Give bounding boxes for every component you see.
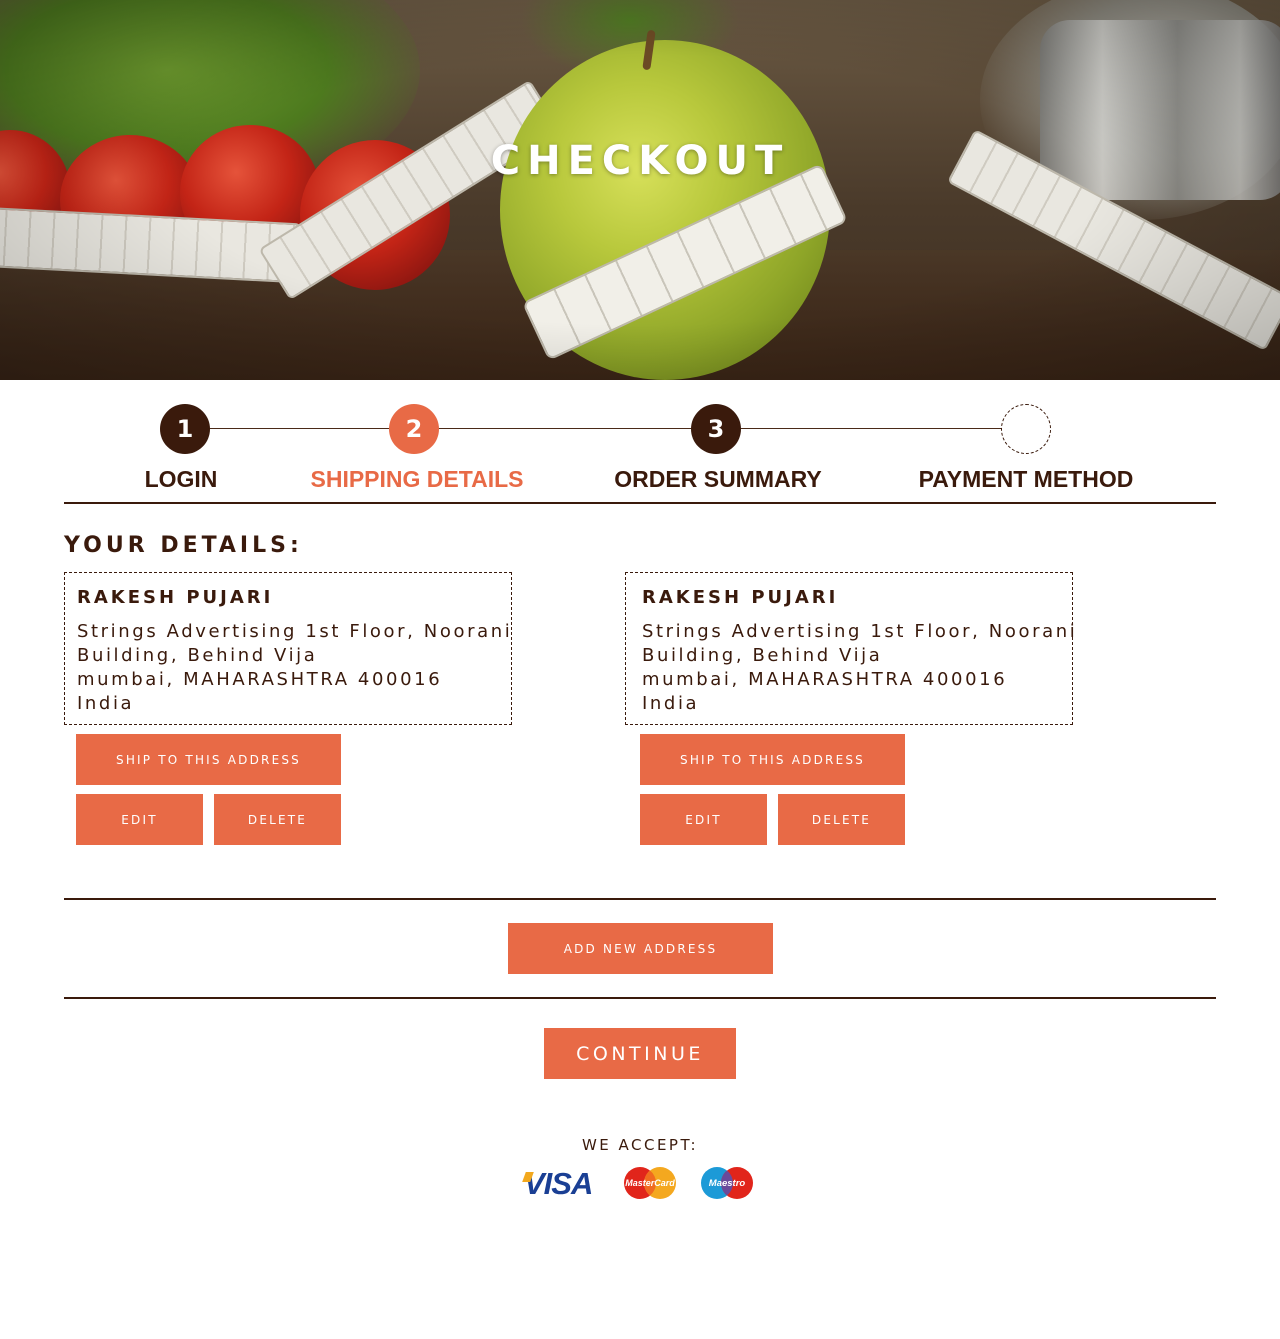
divider: [64, 997, 1216, 999]
steps-divider: [64, 502, 1216, 504]
address-card: RAKESH PUJARI Strings Advertising 1st Fl…: [625, 572, 1078, 725]
address-line: India: [77, 693, 135, 714]
step-label-order-summary[interactable]: ORDER SUMMARY: [568, 466, 868, 493]
maestro-logo-text: Maestro: [709, 1178, 746, 1189]
address-line: Building, Behind Vija: [642, 645, 883, 666]
divider: [64, 898, 1216, 900]
mastercard-logo: MasterCard: [624, 1167, 676, 1199]
delete-address-button[interactable]: DELETE: [214, 794, 341, 845]
maestro-logo: Maestro: [701, 1167, 753, 1199]
step-label-payment-method[interactable]: PAYMENT METHOD: [876, 466, 1176, 493]
address-card: RAKESH PUJARI Strings Advertising 1st Fl…: [64, 572, 512, 725]
we-accept-label: WE ACCEPT:: [581, 1136, 699, 1154]
address-line: mumbai, MAHARASHTRA 400016: [642, 669, 1008, 690]
edit-address-button[interactable]: EDIT: [76, 794, 203, 845]
address-line: Building, Behind Vija: [77, 645, 318, 666]
step-1-circle: 1: [160, 404, 210, 454]
address-line: mumbai, MAHARASHTRA 400016: [77, 669, 443, 690]
address-line: Strings Advertising 1st Floor, Noorani: [77, 621, 513, 642]
continue-button[interactable]: CONTINUE: [544, 1028, 736, 1079]
step-connector: [185, 428, 415, 429]
checkout-steps: 1 2 3 LOGIN SHIPPING DETAILS ORDER SUMMA…: [0, 380, 1280, 504]
address-line: India: [642, 693, 700, 714]
address-name: RAKESH PUJARI: [77, 587, 274, 608]
address-name: RAKESH PUJARI: [642, 587, 839, 608]
section-title: YOUR DETAILS:: [64, 533, 303, 558]
delete-address-button[interactable]: DELETE: [778, 794, 905, 845]
step-connector: [716, 428, 1026, 429]
address-line: Strings Advertising 1st Floor, Noorani: [642, 621, 1078, 642]
hero-vignette: [0, 0, 1280, 380]
edit-address-button[interactable]: EDIT: [640, 794, 767, 845]
page-title: CHECKOUT: [490, 138, 790, 184]
ship-to-address-button[interactable]: SHIP TO THIS ADDRESS: [640, 734, 905, 785]
step-3-circle: 3: [691, 404, 741, 454]
hero-banner: CHECKOUT: [0, 0, 1280, 380]
mastercard-logo-text: MasterCard: [625, 1178, 675, 1188]
visa-logo-text: VISA: [524, 1166, 593, 1201]
step-connector: [414, 428, 716, 429]
visa-logo: VISA: [522, 1166, 600, 1201]
step-2-circle: 2: [389, 404, 439, 454]
step-4-circle: [1001, 404, 1051, 454]
add-new-address-button[interactable]: ADD NEW ADDRESS: [508, 923, 773, 974]
ship-to-address-button[interactable]: SHIP TO THIS ADDRESS: [76, 734, 341, 785]
step-label-shipping-details[interactable]: SHIPPING DETAILS: [267, 466, 567, 493]
